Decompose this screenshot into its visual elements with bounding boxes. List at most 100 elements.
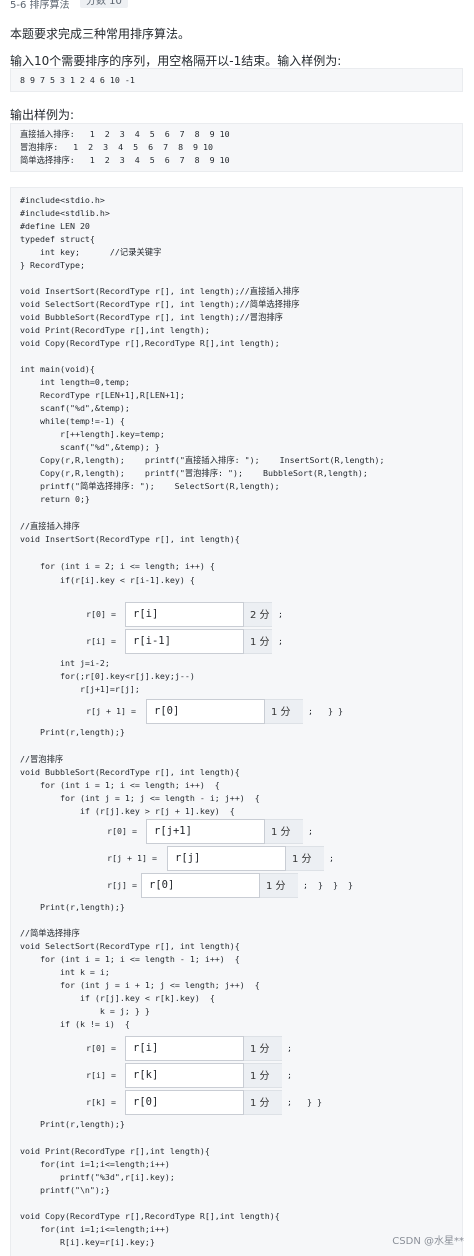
answer-value: r[i] — [133, 1042, 159, 1054]
code-fragment: ; — [287, 1043, 292, 1053]
score-label: 1 分 — [244, 1063, 282, 1088]
code-line: k = j; } } — [20, 1006, 150, 1016]
code-line: Print(r,length);} — [20, 902, 125, 912]
score-label: 1 分 — [265, 819, 303, 844]
output-sample-box: 直接插入排序: 1 2 3 4 5 6 7 8 9 10 冒泡排序: 1 2 3… — [10, 123, 463, 172]
code-line: for (int i = 1; i <= length - 1; i++) { — [20, 954, 240, 964]
code-line: void Copy(RecordType r[],RecordType R[],… — [20, 1211, 280, 1221]
code-line: if (k != i) { — [20, 1019, 130, 1029]
blank-label: r[i] = — [86, 1070, 116, 1080]
answer-value: r[i] — [133, 608, 159, 620]
code-line: int key; //记录关键字 — [20, 247, 162, 257]
code-line: } RecordType; — [20, 260, 85, 270]
code-line: return 0;} — [20, 494, 90, 504]
code-line: //冒泡排序 — [20, 754, 64, 764]
output-line: 直接插入排序: 1 2 3 4 5 6 7 8 9 10 — [20, 129, 230, 139]
answer-input-2[interactable]: r[i-1] — [125, 629, 244, 654]
input-sample: 8 9 7 5 3 1 2 4 6 10 -1 — [20, 75, 135, 85]
code-line: if(r[i].key < r[i-1].key) { — [20, 575, 195, 585]
code-line: printf("%3d",r[i].key); — [20, 1172, 175, 1182]
code-line: Print(r,length);} — [20, 1119, 125, 1129]
code-line: RecordType r[LEN+1],R[LEN+1]; — [20, 390, 185, 400]
blank-label: r[0] = — [86, 609, 116, 619]
code-line: scanf("%d",&temp); } — [20, 442, 160, 452]
code-line: typedef struct{ — [20, 234, 95, 244]
score-label: 2 分 — [244, 602, 272, 627]
code-line: for(int i=1;i<=length;i++) — [20, 1224, 170, 1234]
blank-label: r[k] = — [86, 1097, 116, 1107]
output-heading: 输出样例为: — [10, 108, 75, 122]
answer-input-1[interactable]: r[i] — [125, 602, 244, 627]
code-line: R[i].key=r[i].key;} — [20, 1237, 155, 1247]
code-line: void BubbleSort(RecordType r[], int leng… — [20, 767, 240, 777]
code-line: for(int i=1;i<=length;i++) — [20, 1159, 170, 1169]
question-score-badge: 分数 10 — [80, 0, 128, 8]
code-line: for (int j = i + 1; j <= length; j++) { — [20, 980, 260, 990]
code-line: #include<stdlib.h> — [20, 208, 110, 218]
answer-value: r[j+1] — [154, 825, 192, 837]
code-fragment: ; — [308, 826, 313, 836]
answer-input-6[interactable]: r[0] — [141, 873, 260, 898]
code-line: for (int j = 1; j <= length - i; j++) { — [20, 793, 260, 803]
code-line: int main(void){ — [20, 364, 95, 374]
code-line: void InsertSort(RecordType r[], int leng… — [20, 286, 300, 296]
answer-input-5[interactable]: r[j] — [167, 846, 286, 871]
blank-label: r[j + 1] = — [86, 706, 136, 716]
answer-value: r[j] — [175, 852, 201, 864]
blank-label: r[i] = — [86, 636, 116, 646]
answer-value: r[0] — [149, 879, 175, 891]
score-label: 1 分 — [260, 873, 298, 898]
code-line: if (r[j].key < r[k].key) { — [20, 993, 215, 1003]
code-line: r[j+1]=r[j]; — [20, 684, 140, 694]
code-line: while(temp!=-1) { — [20, 416, 125, 426]
code-line: printf("简单选择排序: "); SelectSort(R,length)… — [20, 481, 280, 491]
code-line: void InsertSort(RecordType r[], int leng… — [20, 534, 240, 544]
question-title: 5-6 排序算法 — [10, 0, 70, 11]
output-line: 简单选择排序: 1 2 3 4 5 6 7 8 9 10 — [20, 155, 230, 165]
blank-label: r[0] = — [107, 826, 137, 836]
answer-value: r[0] — [133, 1096, 159, 1108]
answer-input-4[interactable]: r[j+1] — [146, 819, 265, 844]
code-line: scanf("%d",&temp); — [20, 403, 130, 413]
code-fragment: ; — [278, 636, 283, 646]
answer-input-8[interactable]: r[k] — [125, 1063, 244, 1088]
code-line: if (r[j].key > r[j + 1].key) { — [20, 806, 235, 816]
answer-input-3[interactable]: r[0] — [146, 699, 265, 724]
blank-label: r[0] = — [86, 1043, 116, 1053]
code-line: #include<stdio.h> — [20, 195, 105, 205]
code-line: //直接插入排序 — [20, 521, 80, 531]
code-block: #include<stdio.h> #include<stdlib.h> #de… — [10, 187, 463, 1256]
question-header: 5-6 排序算法 分数 10 — [0, 0, 474, 14]
question-intro: 本题要求完成三种常用排序算法。 — [10, 27, 191, 41]
code-line: int length=0,temp; — [20, 377, 130, 387]
code-line: printf("\n");} — [20, 1185, 110, 1195]
answer-value: r[k] — [133, 1069, 159, 1081]
code-line: int j=i-2; — [20, 658, 110, 668]
code-line: Print(r,length);} — [20, 727, 125, 737]
code-fragment: ; — [329, 853, 334, 863]
score-label: 1 分 — [244, 1036, 282, 1061]
csdn-watermark: CSDN @水星** — [392, 1236, 464, 1247]
code-line: void Print(RecordType r[],int length){ — [20, 1146, 210, 1156]
code-fragment: ; } } — [308, 706, 343, 716]
score-label: 1 分 — [286, 846, 324, 871]
answer-value: r[0] — [154, 705, 180, 717]
answer-input-7[interactable]: r[i] — [125, 1036, 244, 1061]
code-line: void Copy(RecordType r[],RecordType R[],… — [20, 338, 280, 348]
code-line: void SelectSort(RecordType r[], int leng… — [20, 299, 300, 309]
answer-value: r[i-1] — [133, 635, 171, 647]
answer-input-9[interactable]: r[0] — [125, 1090, 244, 1115]
input-heading: 输入10个需要排序的序列，用空格隔开以-1结束。输入样例为: — [10, 54, 342, 68]
code-line: void SelectSort(RecordType r[], int leng… — [20, 941, 240, 951]
output-line: 冒泡排序: 1 2 3 4 5 6 7 8 9 10 — [20, 142, 214, 152]
code-line: //简单选择排序 — [20, 928, 80, 938]
input-sample-box: 8 9 7 5 3 1 2 4 6 10 -1 — [10, 68, 463, 92]
score-label: 1 分 — [244, 629, 272, 654]
code-fragment: ; } } } — [303, 880, 353, 890]
code-line: Copy(r,R,length); printf("直接插入排序: "); In… — [20, 455, 385, 465]
code-line: int k = i; — [20, 967, 110, 977]
code-fragment: ; — [287, 1070, 292, 1080]
code-line: Copy(r,R,length); printf("冒泡排序: "); Bubb… — [20, 468, 368, 478]
blank-label: r[j + 1] = — [107, 853, 157, 863]
code-line: for (int i = 2; i <= length; i++) { — [20, 561, 215, 571]
